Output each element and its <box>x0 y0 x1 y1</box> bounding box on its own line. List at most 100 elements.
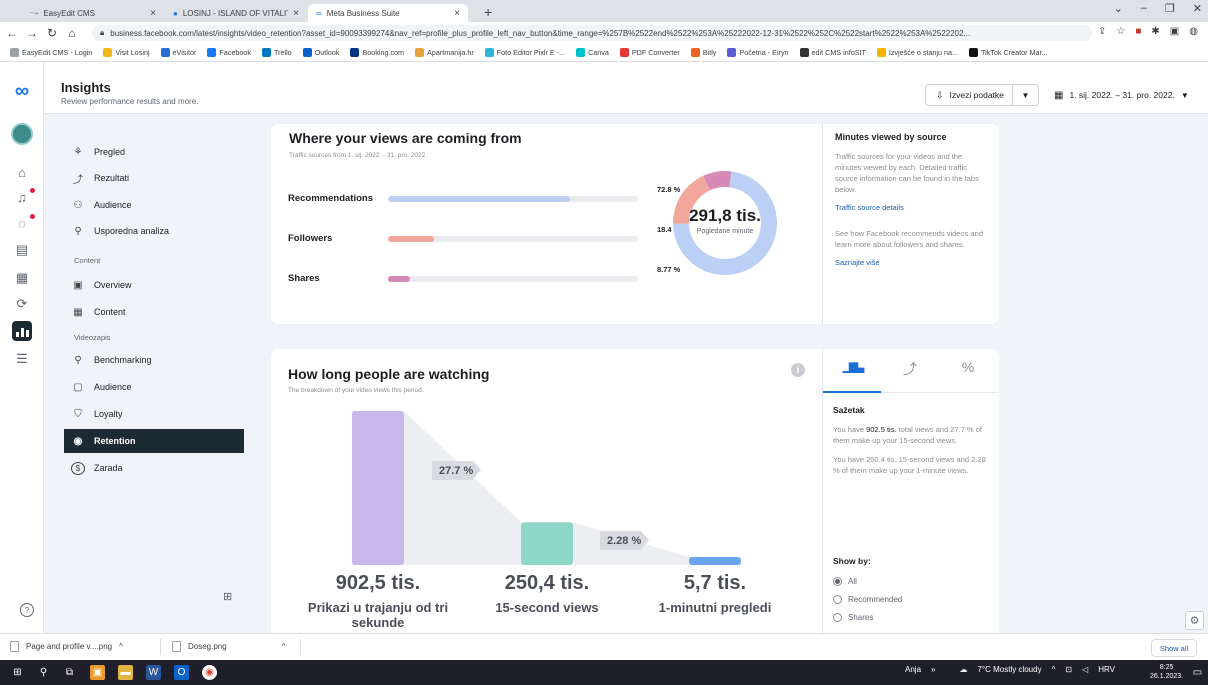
sidebar-icon[interactable]: ▣ <box>1170 26 1179 37</box>
show-all-downloads-button[interactable]: Show all <box>1151 639 1197 657</box>
chrome-icon[interactable]: ◉ <box>202 665 217 680</box>
volume-icon[interactable]: ◁ <box>1082 665 1088 674</box>
sidenav-item-overview[interactable]: ▣ Overview <box>64 273 244 297</box>
insights-icon[interactable] <box>12 321 32 341</box>
restore-icon[interactable]: ❐ <box>1165 2 1175 15</box>
browser-tab-losinj[interactable]: ● LOSINJ - ISLAND OF VITALITY | Fa × <box>165 4 307 22</box>
sidenav-item-benchmarking[interactable]: ⚲ Benchmarking <box>64 348 244 372</box>
learn-more-link[interactable]: Saznajte više <box>835 258 990 267</box>
close-tab-icon[interactable]: × <box>293 8 299 19</box>
sidenav-item-retention[interactable]: ◉ Retention <box>64 429 244 453</box>
outlook-icon[interactable]: O <box>174 665 189 680</box>
browser-tab-easyedit[interactable]: ⤍ EasyEdit CMS × <box>22 4 164 22</box>
bookmark-item[interactable]: TikTok Creator Mar... <box>969 48 1047 57</box>
bookmark-item[interactable]: Apartmanija.hr <box>415 48 474 57</box>
task-view-icon[interactable]: ⧉ <box>62 665 77 680</box>
file-explorer-icon[interactable]: ▬ <box>118 665 133 680</box>
bookmark-item[interactable]: Booking.com <box>350 48 404 57</box>
bookmark-item[interactable]: Foto Editor Pixlr E -... <box>484 48 565 57</box>
chevron-icon[interactable]: » <box>931 665 935 674</box>
sidenav-item-audience[interactable]: ⚇ Audience <box>64 193 244 217</box>
reload-icon[interactable]: ↻ <box>44 26 60 40</box>
settings-icon[interactable]: ⚙ <box>1185 611 1204 630</box>
taskbar-clock[interactable]: 8:25 26.1.2023. <box>1150 663 1183 681</box>
bar-chart-icon[interactable]: ▁▆▃ <box>823 359 881 373</box>
close-window-icon[interactable]: ✕ <box>1193 2 1202 15</box>
bookmark-item[interactable]: eVisitor <box>160 48 196 57</box>
profile-icon[interactable]: ◍ <box>1189 26 1198 37</box>
page-avatar[interactable] <box>11 123 33 145</box>
close-tab-icon[interactable]: × <box>454 8 460 19</box>
bookmark-item[interactable]: Početna - Eiryn <box>727 48 789 57</box>
bookmark-item[interactable]: edit CMS infoSIT <box>799 48 866 57</box>
percent-icon[interactable]: % <box>939 359 997 375</box>
word-icon[interactable]: W <box>146 665 161 680</box>
notifications-icon[interactable]: ▭ <box>1190 665 1205 680</box>
tray-up-icon[interactable]: ^ <box>1052 665 1056 674</box>
posts-icon[interactable]: ▤ <box>13 241 31 259</box>
download-item[interactable]: Doseg.png ^ <box>172 641 285 652</box>
back-icon[interactable]: ← <box>4 26 20 40</box>
close-tab-icon[interactable]: × <box>150 8 156 19</box>
chat-icon[interactable]: ◌ <box>13 214 31 232</box>
sidenav-item-pregled[interactable]: ⚘ Pregled <box>64 140 244 164</box>
sidenav-item-loyalty[interactable]: ⛉ Loyalty <box>64 402 244 426</box>
star-icon[interactable]: ☆ <box>1116 26 1125 37</box>
sidenav-item-audience[interactable]: ▢ Audience <box>64 375 244 399</box>
summary-text-1: You have 902.5 tis. total views and 27.7… <box>833 424 993 446</box>
search-icon[interactable]: ⚲ <box>36 665 51 680</box>
show-by-option-shares[interactable]: Shares <box>833 613 993 622</box>
browser-tab-meta[interactable]: ∞ Meta Business Suite × <box>308 4 468 22</box>
download-item[interactable]: Page and profile v....png ^ <box>10 641 123 652</box>
network-icon[interactable]: ⊡ <box>1065 665 1072 674</box>
chevron-down-icon[interactable]: ⌄ <box>1114 2 1123 15</box>
ads-icon[interactable]: ⟳ <box>13 295 31 313</box>
traffic-source-details-link[interactable]: Traffic source details <box>835 203 990 212</box>
sidenav-item-zarada[interactable]: $ Zarada <box>64 456 244 480</box>
radio-button[interactable] <box>833 613 842 622</box>
extension-icon[interactable]: ■ <box>1135 26 1141 37</box>
url-field[interactable]: 🔒︎ business.facebook.com/latest/insights… <box>92 25 1092 41</box>
windows-start-icon[interactable]: ⊞ <box>10 665 25 680</box>
help-icon[interactable]: ? <box>20 603 34 617</box>
bookmark-item[interactable]: Canva <box>576 48 609 57</box>
bookmark-item[interactable]: Bitly <box>690 48 716 57</box>
show-by-option-all[interactable]: All <box>833 577 993 586</box>
new-tab-button[interactable]: + <box>484 4 492 20</box>
chevron-up-icon[interactable]: ^ <box>119 642 123 651</box>
weather-text[interactable]: 7°C Mostly cloudy <box>977 665 1041 674</box>
home-icon[interactable]: ⌂ <box>64 26 80 40</box>
sidenav-item-content[interactable]: ▦ Content <box>64 300 244 324</box>
sidenav-item-usporedna-analiza[interactable]: ⚲ Usporedna analiza <box>64 219 244 243</box>
bookmark-item[interactable]: EasyEdit CMS - Login <box>10 48 92 57</box>
bookmark-item[interactable]: Izvješće o stanju na... <box>876 48 958 57</box>
bookmark-favicon-icon <box>799 48 809 57</box>
photos-app-icon[interactable]: ▣ <box>90 665 105 680</box>
info-icon[interactable]: i <box>791 363 805 377</box>
bookmark-item[interactable]: Facebook <box>207 48 251 57</box>
bookmark-item[interactable]: PDF Converter <box>619 48 680 57</box>
share-icon[interactable]: ⇪ <box>1098 26 1106 37</box>
minimize-icon[interactable]: – <box>1141 2 1147 15</box>
forward-icon[interactable]: → <box>24 26 40 40</box>
puzzle-icon[interactable]: ✱ <box>1151 26 1159 37</box>
language-indicator[interactable]: HRV <box>1098 665 1115 674</box>
meta-logo-icon[interactable]: ∞ <box>9 80 35 102</box>
radio-button[interactable] <box>833 577 842 586</box>
bell-icon[interactable]: ♫ <box>13 188 31 206</box>
chevron-down-icon[interactable]: ▼ <box>1012 85 1038 105</box>
home-icon[interactable]: ⌂ <box>13 163 31 181</box>
radio-button[interactable] <box>833 595 842 604</box>
hamburger-menu-icon[interactable]: ☰ <box>13 350 31 368</box>
date-range-picker[interactable]: ▦ 1. sij. 2022. – 31. pro. 2022. ▼ <box>1054 84 1194 106</box>
bookmark-item[interactable]: Visit Losinj <box>103 48 150 57</box>
sidenav-item-rezultati[interactable]: ⤴ Rezultati <box>64 166 244 190</box>
export-data-button[interactable]: ⇩ Izvezi podatke ▼ <box>925 84 1039 106</box>
show-by-option-recommended[interactable]: Recommended <box>833 595 993 604</box>
line-chart-icon[interactable]: ⤴ <box>881 359 939 379</box>
collapse-panel-icon[interactable]: ⊞ <box>223 590 232 603</box>
chevron-up-icon[interactable]: ^ <box>282 642 286 651</box>
calendar-icon[interactable]: ▦ <box>13 269 31 287</box>
bookmark-item[interactable]: Outlook <box>302 48 339 57</box>
bookmark-item[interactable]: Trello <box>261 48 292 57</box>
